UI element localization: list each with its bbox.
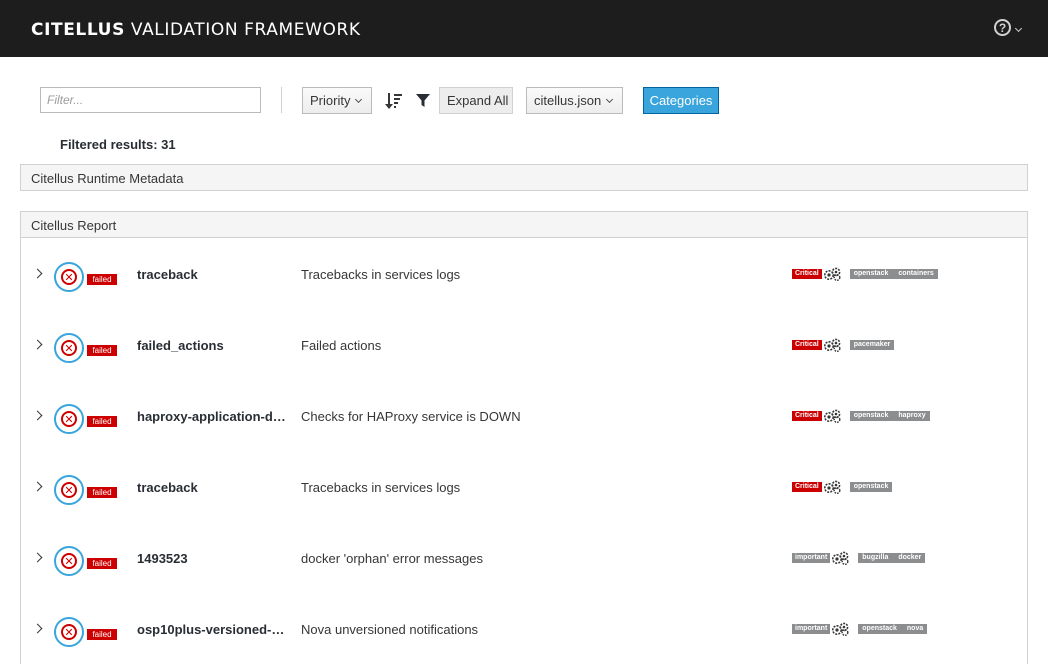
app-title: CITELLUS VALIDATION FRAMEWORK [31, 20, 361, 40]
funnel-icon[interactable] [416, 94, 430, 108]
error-circle-icon: ✕ [54, 546, 84, 576]
category-tag: openstack [853, 270, 889, 277]
error-circle-icon: ✕ [54, 404, 84, 434]
plugin-description: Nova unversioned notifications [301, 622, 479, 637]
brand-bold: CITELLUS [31, 20, 125, 40]
gears-icon [823, 338, 841, 352]
category-tag: bugzilla [862, 554, 889, 561]
gears-icon [823, 480, 841, 494]
category-tag: nova [906, 625, 924, 632]
severity-badge: Critical [792, 269, 822, 279]
tag-group: Critical openstack haproxy [792, 409, 930, 423]
filtered-results-count: Filtered results: 31 [60, 137, 176, 152]
tag-group: Critical pacemaker [792, 338, 895, 352]
top-navbar: CITELLUS VALIDATION FRAMEWORK ? [0, 0, 1048, 57]
tag-group: Critical openstack [792, 480, 893, 494]
categories-button[interactable]: Categories [643, 87, 719, 114]
status-badge: failed [87, 274, 117, 285]
status-badge: failed [87, 629, 117, 640]
category-tag: containers [898, 270, 934, 277]
error-circle-icon: ✕ [54, 333, 84, 363]
plugin-name: failed_actions [137, 338, 224, 353]
status-badge: failed [87, 416, 117, 427]
report-panel-header: Citellus Report [20, 211, 1028, 238]
category-badge: openstack containers [849, 269, 938, 279]
category-badge: pacemaker [849, 340, 895, 350]
category-tag: openstack [862, 625, 897, 632]
source-file-dropdown[interactable]: citellus.json [526, 87, 623, 114]
category-badge: openstack haproxy [849, 411, 930, 421]
chevron-right-icon[interactable] [32, 481, 43, 492]
report-row[interactable]: ✕ failed haproxy-application-do... Checks f… [20, 380, 1028, 451]
error-circle-icon: ✕ [54, 475, 84, 505]
error-circle-icon: ✕ [54, 617, 84, 647]
chevron-down-icon [1014, 24, 1023, 33]
expand-all-button[interactable]: Expand All [439, 87, 513, 114]
report-row[interactable]: ✕ failed 1493523 docker 'orphan' error mess… [20, 522, 1028, 593]
report-row[interactable]: ✕ failed traceback Tracebacks in services l… [20, 238, 1028, 309]
category-tag: docker [898, 554, 922, 561]
plugin-description: Tracebacks in services logs [301, 267, 461, 282]
report-title: Citellus Report [31, 218, 117, 233]
filter-input[interactable] [40, 87, 261, 113]
chevron-right-icon[interactable] [32, 268, 43, 279]
category-tag: haproxy [898, 412, 926, 419]
plugin-description: Checks for HAProxy service is DOWN [301, 409, 521, 424]
runtime-metadata-title: Citellus Runtime Metadata [31, 171, 184, 186]
report-row[interactable]: ✕ failed traceback Tracebacks in services l… [20, 451, 1028, 522]
gears-icon [832, 622, 849, 636]
tag-group: important bugzilla docker [792, 551, 926, 565]
plugin-name: traceback [137, 480, 198, 495]
tag-group: important openstack nova [792, 622, 928, 636]
help-menu[interactable]: ? [994, 19, 1023, 36]
severity-badge: Critical [792, 340, 822, 350]
sort-amount-desc-icon[interactable] [385, 92, 403, 110]
plugin-name: haproxy-application-do... [137, 409, 287, 424]
chevron-right-icon[interactable] [32, 410, 43, 421]
expand-all-label: Expand All [447, 93, 509, 108]
toolbar-divider [281, 87, 282, 113]
runtime-metadata-panel-header[interactable]: Citellus Runtime Metadata [20, 164, 1028, 191]
plugin-description: Failed actions [301, 338, 382, 353]
chevron-right-icon[interactable] [32, 339, 43, 350]
report-row[interactable]: ✕ failed osp10plus-versioned-n... Nova unve… [20, 593, 1028, 664]
gears-icon [823, 409, 841, 423]
status-badge: failed [87, 487, 117, 498]
severity-badge: important [792, 624, 831, 634]
plugin-name: traceback [137, 267, 198, 282]
plugin-name: osp10plus-versioned-n... [137, 622, 287, 637]
source-file-label: citellus.json [534, 93, 602, 108]
plugin-description: Tracebacks in services logs [301, 480, 461, 495]
report-row[interactable]: ✕ failed failed_actions Failed actions Criti… [20, 309, 1028, 380]
brand-rest: VALIDATION FRAMEWORK [124, 20, 361, 40]
chevron-right-icon[interactable] [32, 552, 43, 563]
priority-label: Priority [310, 93, 351, 108]
status-badge: failed [87, 558, 117, 569]
priority-dropdown[interactable]: Priority [302, 87, 372, 114]
severity-badge: Critical [792, 411, 822, 421]
severity-badge: Critical [792, 482, 822, 492]
chevron-down-icon [606, 95, 614, 103]
severity-badge: important [792, 553, 831, 563]
category-badge: bugzilla docker [858, 553, 926, 563]
category-badge: openstack nova [858, 624, 928, 634]
tag-group: Critical openstack containers [792, 267, 938, 281]
chevron-right-icon[interactable] [32, 623, 43, 634]
chevron-down-icon [355, 95, 363, 103]
gears-icon [832, 551, 849, 565]
category-tag: openstack [853, 412, 889, 419]
status-badge: failed [87, 345, 117, 356]
plugin-description: docker 'orphan' error messages [301, 551, 483, 566]
gears-icon [823, 267, 841, 281]
categories-label: Categories [649, 93, 713, 108]
category-badge: openstack [849, 482, 893, 492]
category-tag: openstack [853, 483, 889, 490]
question-circle-icon[interactable]: ? [994, 19, 1011, 36]
plugin-name: 1493523 [137, 551, 188, 566]
error-circle-icon: ✕ [54, 262, 84, 292]
category-tag: pacemaker [853, 341, 891, 348]
